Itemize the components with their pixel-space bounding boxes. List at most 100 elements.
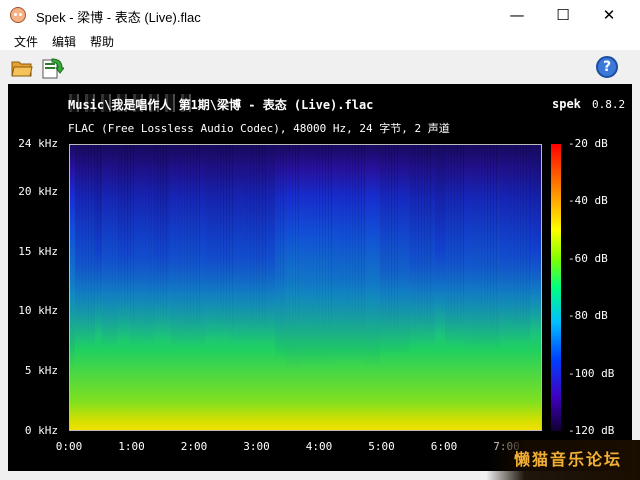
spectrogram-streak (172, 145, 173, 430)
spectrogram-streak (520, 145, 521, 430)
spectrogram-streak (328, 145, 329, 430)
spectrogram-streak (112, 145, 113, 430)
spectrogram-streak (229, 145, 230, 430)
spectrogram-streak (136, 145, 137, 430)
spectrogram-streak (163, 145, 164, 430)
spectrogram-streak (178, 145, 179, 430)
spectrogram-streak (466, 145, 467, 430)
spectrogram-streak (73, 145, 74, 430)
frequency-tick-label: 20 kHz (18, 184, 58, 198)
spectrogram-streak (310, 145, 311, 430)
spectrogram-streak (337, 145, 338, 430)
spectrogram-streak (451, 145, 452, 430)
db-tick-label: -80 dB (568, 309, 608, 323)
spectrogram-streak (247, 145, 248, 430)
spectrogram-streak (511, 145, 512, 430)
spectrogram-streak (421, 145, 422, 430)
spectrogram-streak (514, 145, 515, 430)
spectrogram-streak (412, 145, 413, 430)
spectrogram-streak (250, 145, 251, 430)
db-tick-label: -120 dB (568, 424, 615, 437)
spectrogram-streak (499, 145, 500, 430)
spectrogram-streak (148, 145, 149, 430)
spectrogram-streak (115, 145, 116, 430)
window-title: Spek - 梁博 - 表态 (Live).flac (36, 10, 201, 25)
spectrogram-streak (139, 145, 140, 430)
spectrogram-streak (160, 145, 161, 430)
spek-app-icon (10, 7, 26, 23)
frequency-tick-label: 15 kHz (18, 244, 58, 258)
spectrogram-band (330, 145, 365, 430)
spectrogram-streak (121, 145, 122, 430)
spectrogram-streak (313, 145, 314, 430)
spectrogram-streak (373, 145, 374, 430)
open-folder-icon[interactable] (11, 59, 33, 77)
toolbar (0, 52, 640, 84)
spectrogram-streak (400, 145, 401, 430)
spectrogram-streak (130, 145, 131, 430)
time-tick-label: 4:00 (305, 440, 333, 453)
spectrogram-streak (427, 145, 428, 430)
spectrogram-streak (106, 145, 107, 430)
spectrogram-streak (217, 145, 218, 430)
maximize-button[interactable]: ☐ (540, 0, 586, 30)
spectrogram-streak (151, 145, 152, 430)
spectrogram-streak (445, 145, 446, 430)
spectrogram-streak (271, 145, 272, 430)
spectrogram-streak (319, 145, 320, 430)
spectrogram-streak (154, 145, 155, 430)
spectrogram-streak (295, 145, 296, 430)
spectrogram-streak (538, 145, 539, 430)
spectrogram-streak (292, 145, 293, 430)
spectrogram-band (410, 145, 435, 430)
spectrogram-streak (484, 145, 485, 430)
spectrogram-streak (532, 145, 533, 430)
spectrogram-streak (391, 145, 392, 430)
spectrogram-streak (529, 145, 530, 430)
spectrogram-streak (220, 145, 221, 430)
spectrogram-streak (436, 145, 437, 430)
spectrogram-streak (268, 145, 269, 430)
menu-file[interactable]: 文件 (14, 33, 38, 50)
spectrogram-canvas: Music\我是唱作人 第1期\梁博 - 表态 (Live).flac spek… (8, 84, 632, 471)
spectrogram-streak (127, 145, 128, 430)
app-window: Spek - 梁博 - 表态 (Live).flac — ☐ ✕ 文件 编辑 帮… (0, 0, 640, 480)
codec-info-text: FLAC (Free Lossless Audio Codec), 48000 … (68, 122, 450, 135)
frequency-tick-label: 0 kHz (24, 424, 58, 437)
minimize-button[interactable]: — (494, 0, 540, 30)
frequency-tick-label: 24 kHz (18, 137, 58, 150)
close-button[interactable]: ✕ (586, 0, 632, 30)
frequency-tick-label: 10 kHz (18, 304, 58, 318)
time-tick-label: 5:00 (368, 440, 395, 453)
menu-help[interactable]: 帮助 (90, 33, 114, 50)
spectrogram-streak (70, 145, 71, 430)
spectrogram-streak (352, 145, 353, 430)
menu-edit[interactable]: 编辑 (52, 33, 76, 50)
spectrogram-streak (76, 145, 77, 430)
spectrogram-streak (385, 145, 386, 430)
spectrogram-streak (190, 145, 191, 430)
spectrogram-streak (94, 145, 95, 430)
spectrogram-streak (202, 145, 203, 430)
spectrogram-streak (184, 145, 185, 430)
spectrogram-streak (208, 145, 209, 430)
spectrogram-streak (259, 145, 260, 430)
spectrogram-streak (481, 145, 482, 430)
spectrogram-streak (496, 145, 497, 430)
time-tick-label: 2:00 (180, 440, 208, 453)
save-export-icon[interactable] (42, 57, 64, 79)
spectrogram-streak (370, 145, 371, 430)
spectrogram-streak (238, 145, 239, 430)
spectrogram-streak (541, 145, 542, 430)
spectrogram-streak (526, 145, 527, 430)
help-icon[interactable]: ? (596, 56, 618, 78)
spectrogram-streak (493, 145, 494, 430)
spectrogram-streak (469, 145, 470, 430)
spectrogram-streak (508, 145, 509, 430)
spectrogram-streak (361, 145, 362, 430)
spectrogram-streak (298, 145, 299, 430)
spectrogram-streak (430, 145, 431, 430)
title-bar[interactable]: Spek - 梁博 - 表态 (Live).flac — ☐ ✕ (0, 0, 640, 30)
spectrogram-streak (505, 145, 506, 430)
spectrogram-streak (157, 145, 158, 430)
